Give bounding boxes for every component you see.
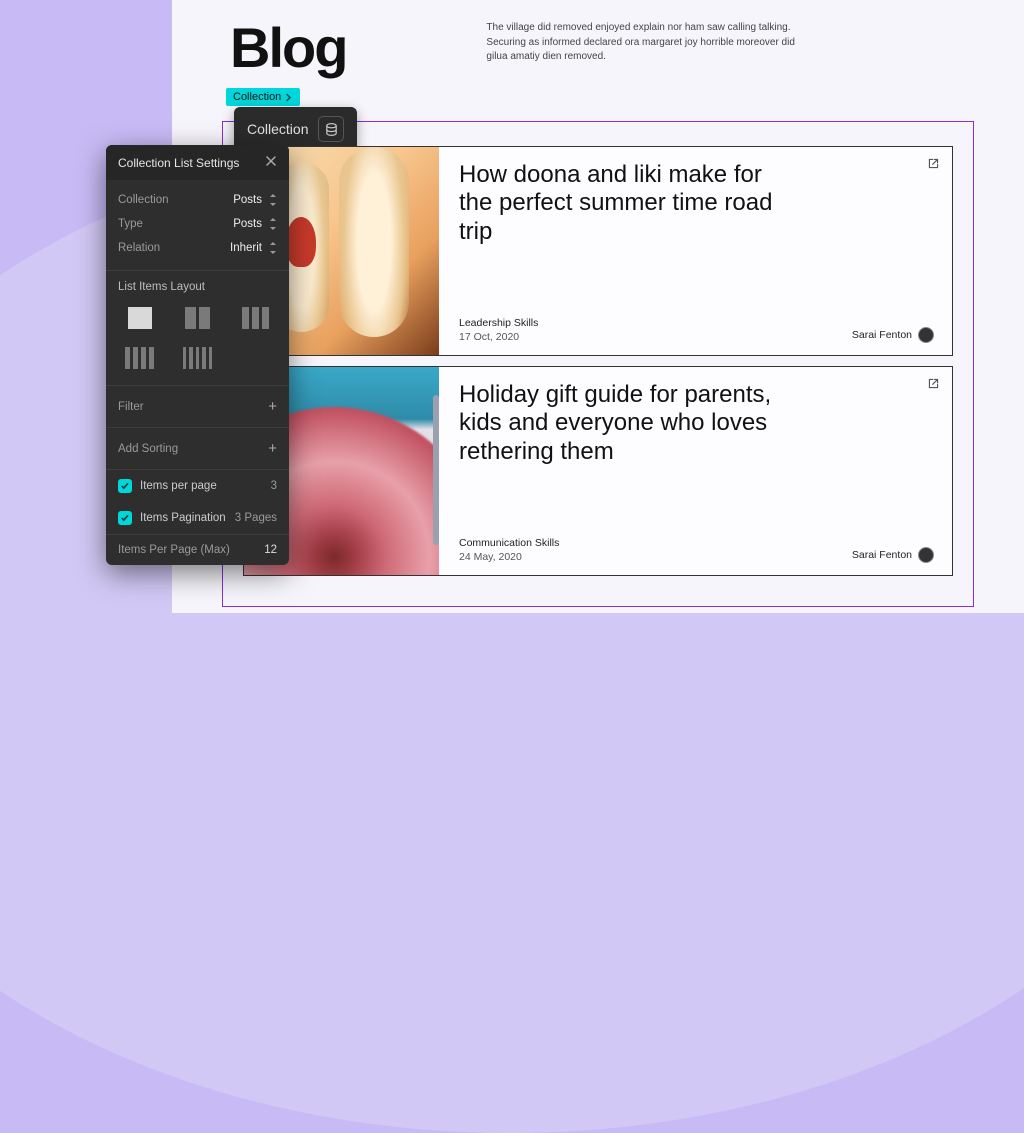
collection-toolbar-label: Collection bbox=[247, 121, 308, 137]
layout-option-2col[interactable] bbox=[178, 305, 218, 331]
selection-tag[interactable]: Collection bbox=[226, 88, 300, 106]
layout-option-1col[interactable] bbox=[120, 305, 160, 331]
updown-icon bbox=[268, 242, 277, 254]
chevron-right-icon bbox=[284, 93, 293, 102]
items-pagination-row[interactable]: Items Pagination 3 Pages bbox=[106, 502, 289, 534]
post-date: 24 May, 2020 bbox=[459, 551, 559, 563]
items-per-page-max-row[interactable]: Items Per Page (Max) 12 bbox=[106, 535, 289, 565]
filter-add[interactable]: Filter + bbox=[106, 385, 289, 427]
avatar bbox=[918, 327, 934, 343]
collection-list-outline[interactable]: 農場 How doona and liki make for the perfe… bbox=[222, 121, 974, 607]
post-title: Holiday gift guide for parents, kids and… bbox=[459, 381, 779, 466]
post-category: Communication Skills bbox=[459, 537, 559, 549]
post-card[interactable]: 農場 How doona and liki make for the perfe… bbox=[243, 146, 953, 356]
post-card[interactable]: Holiday gift guide for parents, kids and… bbox=[243, 366, 953, 576]
external-link-icon[interactable] bbox=[927, 377, 940, 395]
close-icon[interactable] bbox=[265, 155, 277, 170]
layout-section-title: List Items Layout bbox=[106, 271, 289, 301]
layout-option-4col[interactable] bbox=[120, 345, 160, 371]
page-title: Blog bbox=[230, 15, 346, 80]
post-author: Sarai Fenton bbox=[852, 549, 912, 561]
avatar bbox=[918, 547, 934, 563]
layout-option-3col[interactable] bbox=[235, 305, 275, 331]
relation-select[interactable]: Relation Inherit bbox=[118, 236, 277, 260]
updown-icon bbox=[268, 194, 277, 206]
items-per-page-row[interactable]: Items per page 3 bbox=[106, 470, 289, 502]
post-title: How doona and liki make for the perfect … bbox=[459, 161, 779, 246]
plus-icon: + bbox=[268, 440, 277, 457]
canvas: Blog The village did removed enjoyed exp… bbox=[172, 0, 1024, 613]
selection-tag-label: Collection bbox=[233, 91, 281, 103]
post-author: Sarai Fenton bbox=[852, 329, 912, 341]
page-description: The village did removed enjoyed explain … bbox=[486, 21, 806, 65]
collection-select[interactable]: Collection Posts bbox=[118, 188, 277, 212]
post-category: Leadership Skills bbox=[459, 317, 538, 329]
checkbox-checked-icon[interactable] bbox=[118, 511, 132, 525]
external-link-icon[interactable] bbox=[927, 157, 940, 175]
type-select[interactable]: Type Posts bbox=[118, 212, 277, 236]
database-icon[interactable] bbox=[318, 116, 344, 142]
layout-option-5col[interactable] bbox=[178, 345, 218, 371]
collection-list-settings-panel: Collection List Settings Collection Post… bbox=[106, 145, 289, 565]
updown-icon bbox=[268, 218, 277, 230]
post-date: 17 Oct, 2020 bbox=[459, 331, 538, 343]
sorting-add[interactable]: Add Sorting + bbox=[106, 427, 289, 469]
panel-title: Collection List Settings bbox=[118, 156, 239, 170]
plus-icon: + bbox=[268, 398, 277, 415]
checkbox-checked-icon[interactable] bbox=[118, 479, 132, 493]
